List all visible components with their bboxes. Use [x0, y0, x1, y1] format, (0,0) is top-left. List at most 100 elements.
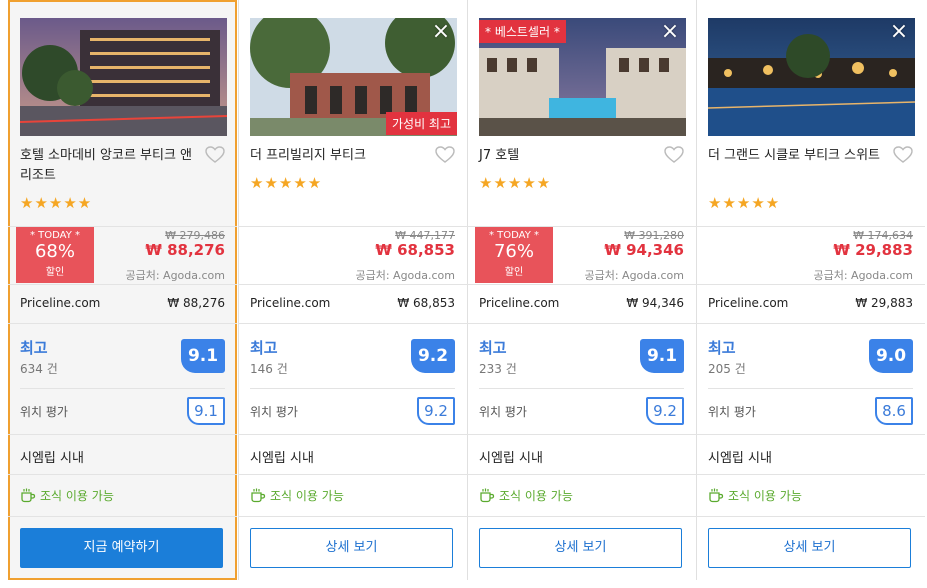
best-value-ribbon: 가성비 최고	[385, 112, 457, 135]
discount-suffix: 할인	[45, 267, 65, 278]
book-now-button[interactable]: 지금 예약하기	[20, 528, 223, 568]
vendor-price: ₩ 68,853	[397, 296, 455, 310]
city-name: 시엠립 시내	[708, 451, 772, 466]
star-rating: ★★★★★	[250, 174, 323, 192]
star-rating: ★★★★★	[708, 194, 781, 212]
overall-score-badge: 9.2	[411, 339, 455, 373]
rating-word: 최고	[479, 339, 507, 357]
coffee-cup-icon	[480, 488, 495, 503]
heart-icon[interactable]	[664, 146, 684, 164]
today-deal-badge: * TODAY * 68% 할인	[16, 227, 94, 283]
coffee-cup-icon	[21, 488, 36, 503]
city-name: 시엠립 시내	[250, 451, 314, 466]
city-name: 시엠립 시내	[20, 451, 84, 466]
hotel-name[interactable]: 더 그랜드 시클로 부티크 스위트	[708, 146, 890, 166]
vendor-offer-row[interactable]: Priceline.com ₩ 68,853	[238, 284, 467, 324]
location-label: 위치 평가	[20, 405, 68, 419]
star-rating: ★★★★★	[20, 194, 93, 212]
view-details-button[interactable]: 상세 보기	[479, 528, 682, 568]
overall-score-badge: 9.1	[181, 339, 225, 373]
location-label: 위치 평가	[250, 405, 298, 419]
hotel-name[interactable]: J7 호텔	[479, 146, 661, 166]
location-score-badge: 9.2	[646, 397, 684, 425]
heart-icon[interactable]	[435, 146, 455, 164]
amenity-row: 조식 이용 가능	[467, 474, 696, 516]
supplier: 공급처: Agoda.com	[584, 269, 684, 282]
city-row: 시엠립 시내	[8, 434, 237, 474]
divider	[20, 388, 225, 389]
hotel-photo[interactable]	[20, 18, 227, 136]
hotel-photo[interactable]	[708, 18, 915, 136]
deal-price[interactable]: ₩ 94,346	[604, 241, 684, 259]
vendor-name: Priceline.com	[479, 296, 560, 310]
location-score-badge: 9.2	[417, 397, 455, 425]
coffee-cup-icon	[709, 488, 724, 503]
amenity-text: 조식 이용 가능	[728, 489, 802, 503]
city-row: 시엠립 시내	[696, 434, 925, 474]
view-details-button[interactable]: 상세 보기	[708, 528, 911, 568]
location-score-badge: 9.1	[187, 397, 225, 425]
location-score-badge: 8.6	[875, 397, 913, 425]
supplier: 공급처: Agoda.com	[125, 269, 225, 282]
bestseller-ribbon: * 베스트셀러 *	[479, 20, 566, 43]
heart-icon[interactable]	[893, 146, 913, 164]
vendor-price: ₩ 88,276	[167, 296, 225, 310]
discount-percent: 76%	[493, 241, 534, 262]
hotel-card-3[interactable]: * 베스트셀러 * × J7 호텔 ★★★★★ * TODAY * 76% 할인…	[467, 0, 696, 580]
hotel-comparison-board: 호텔 소마데비 앙코르 부티크 앤 리조트 ★★★★★ * TODAY * 68…	[0, 0, 927, 588]
vendor-name: Priceline.com	[20, 296, 101, 310]
deal-price[interactable]: ₩ 88,276	[145, 241, 225, 259]
amenity-row: 조식 이용 가능	[238, 474, 467, 516]
amenity-text: 조식 이용 가능	[40, 489, 114, 503]
amenity-text: 조식 이용 가능	[270, 489, 344, 503]
location-label: 위치 평가	[708, 405, 756, 419]
hotel-card-4[interactable]: × 더 그랜드 시클로 부티크 스위트 ★★★★★ ₩ 174,634 ₩ 29…	[696, 0, 925, 580]
city-row: 시엠립 시내	[467, 434, 696, 474]
button-row: 상세 보기	[696, 516, 925, 580]
review-count[interactable]: 233 건	[479, 360, 517, 377]
rating-word: 최고	[250, 339, 278, 357]
divider	[708, 388, 913, 389]
amenity-row: 조식 이용 가능	[8, 474, 237, 516]
button-row: 상세 보기	[238, 516, 467, 580]
hotel-card-1[interactable]: 호텔 소마데비 앙코르 부티크 앤 리조트 ★★★★★ * TODAY * 68…	[8, 0, 237, 580]
price-row: ₩ 174,634 ₩ 29,883 공급처: Agoda.com	[696, 226, 925, 284]
supplier: 공급처: Agoda.com	[355, 269, 455, 282]
discount-suffix: 할인	[504, 267, 524, 278]
amenity-text: 조식 이용 가능	[499, 489, 573, 503]
close-icon[interactable]: ×	[660, 21, 680, 43]
review-count[interactable]: 634 건	[20, 360, 58, 377]
rating-word: 최고	[708, 339, 736, 357]
city-row: 시엠립 시내	[238, 434, 467, 474]
hotel-card-2[interactable]: × 가성비 최고 더 프리빌리지 부티크 ★★★★★ ₩ 447,177 ₩ 6…	[238, 0, 467, 580]
rating-word: 최고	[20, 339, 48, 357]
hotel-name[interactable]: 더 프리빌리지 부티크	[250, 146, 432, 166]
deal-price[interactable]: ₩ 29,883	[833, 241, 913, 259]
overall-score-badge: 9.0	[869, 339, 913, 373]
vendor-price: ₩ 29,883	[855, 296, 913, 310]
review-count[interactable]: 205 건	[708, 360, 746, 377]
review-count[interactable]: 146 건	[250, 360, 288, 377]
hotel-name[interactable]: 호텔 소마데비 앙코르 부티크 앤 리조트	[20, 146, 202, 186]
button-row: 지금 예약하기	[8, 516, 237, 580]
vendor-offer-row[interactable]: Priceline.com ₩ 94,346	[467, 284, 696, 324]
location-label: 위치 평가	[479, 405, 527, 419]
star-rating: ★★★★★	[479, 174, 552, 192]
supplier: 공급처: Agoda.com	[813, 269, 913, 282]
deal-price[interactable]: ₩ 68,853	[375, 241, 455, 259]
close-icon[interactable]: ×	[431, 21, 451, 43]
vendor-price: ₩ 94,346	[626, 296, 684, 310]
price-row: * TODAY * 76% 할인 ₩ 391,280 ₩ 94,346 공급처:…	[467, 226, 696, 284]
heart-icon[interactable]	[205, 146, 225, 164]
today-label: * TODAY *	[488, 230, 540, 241]
vendor-offer-row[interactable]: Priceline.com ₩ 88,276	[8, 284, 237, 324]
divider	[250, 388, 455, 389]
discount-percent: 68%	[34, 241, 75, 262]
close-icon[interactable]: ×	[889, 21, 909, 43]
price-row: * TODAY * 68% 할인 ₩ 279,486 ₩ 88,276 공급처:…	[8, 226, 237, 284]
city-name: 시엠립 시내	[479, 451, 543, 466]
view-details-button[interactable]: 상세 보기	[250, 528, 453, 568]
vendor-name: Priceline.com	[708, 296, 789, 310]
price-row: ₩ 447,177 ₩ 68,853 공급처: Agoda.com	[238, 226, 467, 284]
vendor-offer-row[interactable]: Priceline.com ₩ 29,883	[696, 284, 925, 324]
